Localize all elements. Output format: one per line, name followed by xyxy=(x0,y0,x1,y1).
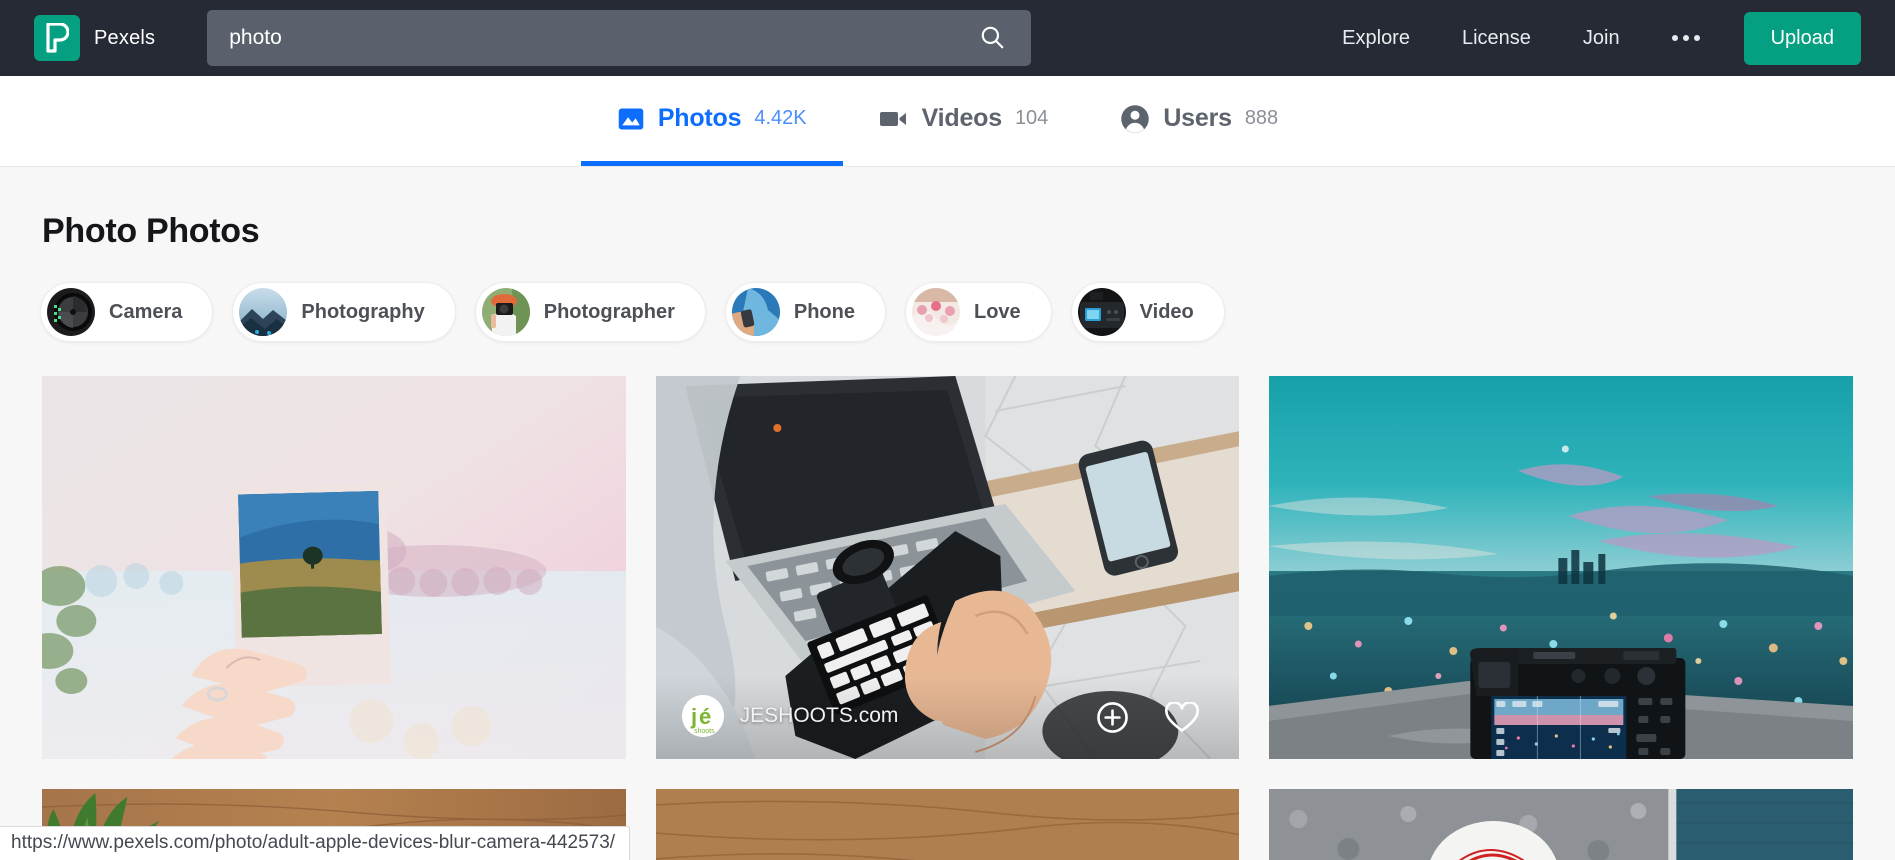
search-icon xyxy=(979,24,1005,53)
tab-videos-count: 104 xyxy=(1014,107,1049,129)
pill-video[interactable]: Video xyxy=(1070,282,1225,342)
brand-home-link[interactable]: Pexels xyxy=(34,15,155,61)
video-camera-icon xyxy=(879,106,909,132)
tab-videos-label: Videos xyxy=(921,104,1003,132)
photo-grid-column-1 xyxy=(42,376,626,860)
photo-card-actions xyxy=(1096,700,1200,737)
page-title: Photo Photos xyxy=(42,212,260,250)
header-nav: Explore License Join Upload xyxy=(1316,11,1861,65)
brand-name: Pexels xyxy=(94,26,156,49)
svg-text:j: j xyxy=(690,704,697,729)
tab-users[interactable]: Users 888 xyxy=(1084,76,1314,166)
pill-love-thumbnail xyxy=(911,288,960,336)
photo-grid: j é shoots JESHOOTS.com xyxy=(0,342,1895,860)
photo-author-name[interactable]: JESHOOTS.com xyxy=(740,704,899,728)
image-icon xyxy=(617,105,645,133)
pill-photographer-label: Photographer xyxy=(543,300,675,323)
search-bar[interactable] xyxy=(207,10,1032,66)
photo-card-polaroid-hand[interactable] xyxy=(42,376,626,759)
tab-photos-count: 4.42K xyxy=(754,107,807,129)
photo-image-plant-wood-2 xyxy=(655,789,1240,860)
nav-join[interactable]: Join xyxy=(1557,27,1646,50)
search-input[interactable] xyxy=(229,26,976,50)
search-submit-button[interactable] xyxy=(975,21,1009,55)
heart-icon xyxy=(1165,700,1200,736)
user-circle-icon xyxy=(1120,104,1150,134)
more-horizontal-icon[interactable] xyxy=(1646,35,1726,41)
svg-text:shoots: shoots xyxy=(694,728,715,735)
pill-video-thumbnail xyxy=(1077,288,1126,336)
related-search-pills: Camera Photography Photographer Phone Lo… xyxy=(0,251,1895,342)
pill-camera-label: Camera xyxy=(109,300,183,323)
tab-videos[interactable]: Videos 104 xyxy=(843,76,1085,166)
tab-users-label: Users xyxy=(1163,104,1232,132)
photo-image-ball-and-blue xyxy=(1269,789,1854,860)
result-type-tabs: Photos 4.42K Videos 104 Users 888 xyxy=(0,76,1895,167)
pill-photography-thumbnail xyxy=(239,288,288,336)
pill-photography-label: Photography xyxy=(301,300,425,323)
pill-love-label: Love xyxy=(973,300,1021,323)
pill-phone[interactable]: Phone xyxy=(724,282,886,342)
svg-text:é: é xyxy=(699,704,711,729)
tab-photos[interactable]: Photos 4.42K xyxy=(580,76,843,166)
photo-card-plant-wood-2[interactable] xyxy=(655,789,1240,860)
add-to-collection-button[interactable] xyxy=(1096,701,1129,737)
tab-users-count: 888 xyxy=(1244,107,1279,129)
pill-love[interactable]: Love xyxy=(904,282,1052,342)
pill-camera-thumbnail xyxy=(47,288,95,336)
pill-photographer[interactable]: Photographer xyxy=(474,282,706,342)
photo-image-sunset-city-camera xyxy=(1269,376,1854,759)
plus-circle-icon xyxy=(1096,701,1129,737)
tab-photos-label: Photos xyxy=(657,104,742,132)
pill-photographer-thumbnail xyxy=(481,288,530,336)
photo-image-polaroid-hand xyxy=(42,376,626,759)
photo-card-sunset-city-camera[interactable] xyxy=(1269,376,1854,759)
pill-phone-thumbnail xyxy=(731,288,780,336)
photo-grid-column-2: j é shoots JESHOOTS.com xyxy=(655,376,1240,860)
pill-video-label: Video xyxy=(1139,300,1194,323)
photo-card-ball-blue-row[interactable] xyxy=(1269,789,1854,860)
site-header: Pexels Explore License Join Upload xyxy=(0,0,1895,76)
pexels-p-logo-icon xyxy=(34,15,80,61)
photo-card-camera-laptop[interactable]: j é shoots JESHOOTS.com xyxy=(655,376,1240,759)
photo-grid-column-3 xyxy=(1269,376,1854,860)
like-button[interactable] xyxy=(1165,700,1200,736)
pill-camera[interactable]: Camera xyxy=(40,282,214,342)
browser-status-bar-url: https://www.pexels.com/photo/adult-apple… xyxy=(0,826,631,860)
pill-phone-label: Phone xyxy=(793,300,855,323)
search-results-area: Photo Photos Camera Photography Photogra… xyxy=(0,167,1895,860)
jeshoots-logo-icon: j é shoots xyxy=(681,695,724,737)
photo-attribution[interactable]: j é shoots JESHOOTS.com xyxy=(681,695,899,737)
nav-explore[interactable]: Explore xyxy=(1316,27,1436,50)
nav-license[interactable]: License xyxy=(1436,27,1557,50)
pill-photography[interactable]: Photography xyxy=(232,282,456,342)
upload-button[interactable]: Upload xyxy=(1743,11,1861,65)
